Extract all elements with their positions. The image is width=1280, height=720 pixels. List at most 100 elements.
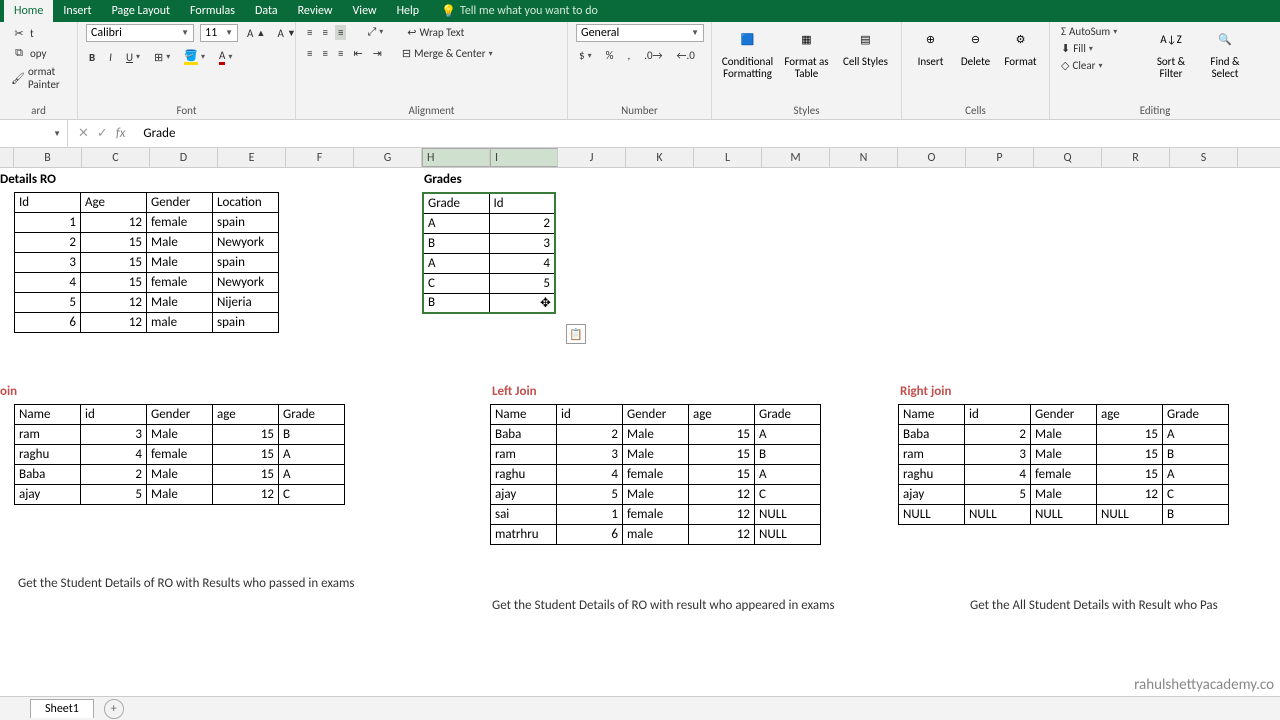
details-table[interactable]: IdAgeGenderLocation 112femalespain 215Ma…	[14, 192, 279, 333]
bold-button[interactable]: B	[86, 50, 98, 65]
fill-button[interactable]: ⬇Fill▾	[1058, 41, 1142, 56]
comma-format-button[interactable]: ,	[624, 48, 633, 63]
tab-page-layout[interactable]: Page Layout	[102, 0, 180, 22]
wrap-text-button[interactable]: ↩Wrap Text	[404, 25, 467, 40]
cursor-icon: ✥	[540, 296, 556, 312]
wrap-icon: ↩	[407, 26, 416, 39]
align-middle-button[interactable]: ≡	[319, 25, 330, 40]
tab-data[interactable]: Data	[245, 0, 288, 22]
group-label-cells: Cells	[910, 104, 1041, 119]
autosum-button[interactable]: ΣAutoSum▾	[1058, 24, 1142, 39]
col-header[interactable]: D	[150, 148, 218, 167]
col-header[interactable]: S	[1170, 148, 1238, 167]
align-center-button[interactable]: ≡	[319, 46, 330, 61]
grades-table[interactable]: GradeId A2 B3 A4 C5 B	[422, 192, 556, 314]
tab-home[interactable]: Home	[4, 0, 53, 22]
col-header[interactable]: O	[898, 148, 966, 167]
find-select-button[interactable]: 🔍Find & Select	[1200, 24, 1250, 80]
join-title: oin	[0, 384, 17, 399]
copy-button[interactable]: ⧉opy	[8, 44, 69, 62]
tab-help[interactable]: Help	[387, 0, 430, 22]
col-header[interactable]: Q	[1034, 148, 1102, 167]
align-right-button[interactable]: ≡	[335, 46, 346, 61]
name-box[interactable]: ▼	[0, 120, 68, 147]
align-left-button[interactable]: ≡	[304, 46, 315, 61]
sort-icon: A↓Z	[1155, 24, 1187, 56]
paste-options-icon[interactable]: 📋	[566, 324, 586, 344]
col-header[interactable]: K	[626, 148, 694, 167]
col-header[interactable]: N	[830, 148, 898, 167]
col-header[interactable]: P	[966, 148, 1034, 167]
add-sheet-button[interactable]: +	[104, 699, 124, 719]
accounting-format-button[interactable]: $▾	[576, 48, 595, 63]
cut-button[interactable]: ✂t	[8, 24, 69, 42]
sheet-tab[interactable]: Sheet1	[30, 699, 94, 718]
tab-insert[interactable]: Insert	[53, 0, 101, 22]
sort-filter-button[interactable]: A↓ZSort & Filter	[1146, 24, 1196, 80]
fill-color-button[interactable]: 🪣▾	[181, 48, 208, 66]
delete-cells-button[interactable]: ⊖Delete	[955, 24, 996, 68]
conditional-formatting-button[interactable]: 🟦Conditional Formatting	[720, 24, 775, 80]
underline-button[interactable]: U▾	[123, 50, 143, 65]
sigma-icon: Σ	[1061, 25, 1066, 38]
font-size-select[interactable]: 11▼	[200, 24, 238, 42]
percent-format-button[interactable]: %	[603, 48, 617, 63]
cell-styles-button[interactable]: ▤Cell Styles	[838, 24, 893, 68]
group-label-number: Number	[576, 104, 703, 119]
grow-font-button[interactable]: A▲	[244, 26, 268, 41]
worksheet-area[interactable]: B C D E F G H I J K L M N O P Q R S Deta…	[0, 148, 1280, 168]
question-2: Get the Student Details of RO with resul…	[492, 598, 835, 613]
sheet-tabs: Sheet1 +	[0, 696, 1280, 720]
format-as-table-button[interactable]: ▦Format as Table	[779, 24, 834, 80]
left-join-title: Left Join	[492, 384, 537, 399]
grades-title: Grades	[424, 172, 462, 187]
group-label-font: Font	[86, 104, 287, 119]
col-header[interactable]: J	[558, 148, 626, 167]
borders-button[interactable]: ⊞▾	[151, 50, 173, 65]
col-header[interactable]: L	[694, 148, 762, 167]
col-header[interactable]: I	[490, 148, 558, 167]
decrease-decimal-button[interactable]: ←.0	[674, 48, 698, 63]
enter-icon[interactable]: ✓	[97, 126, 108, 141]
table-icon: ▦	[791, 24, 823, 56]
align-bottom-button[interactable]: ≡	[335, 25, 346, 40]
fx-icon[interactable]: fx	[116, 126, 126, 141]
tab-review[interactable]: Review	[288, 0, 343, 22]
fill-icon: ⬇	[1061, 42, 1070, 55]
increase-indent-button[interactable]: ⇥	[370, 46, 385, 61]
format-painter-button[interactable]: 🖌ormat Painter	[8, 64, 69, 92]
italic-button[interactable]: I	[106, 50, 115, 65]
tab-view[interactable]: View	[343, 0, 387, 22]
orientation-button[interactable]: ⤢▾	[364, 24, 386, 40]
font-color-button[interactable]: A▾	[216, 48, 235, 66]
cancel-icon[interactable]: ✕	[78, 126, 89, 141]
right-join-table[interactable]: NameidGenderageGrade Baba2Male15A ram3Ma…	[898, 404, 1229, 525]
col-header[interactable]: F	[286, 148, 354, 167]
col-header[interactable]: C	[82, 148, 150, 167]
font-name-select[interactable]: Calibri▼	[86, 24, 194, 42]
left-join-table[interactable]: NameidGenderageGrade Baba2Male15A ram3Ma…	[490, 404, 821, 545]
tell-me-search[interactable]: 💡 Tell me what you want to do	[441, 4, 598, 19]
cell-styles-icon: ▤	[850, 24, 882, 56]
bucket-icon: 🪣	[184, 49, 198, 65]
join-table[interactable]: NameidGenderageGrade ram3Male15B raghu4f…	[14, 404, 345, 505]
col-header[interactable]: G	[354, 148, 422, 167]
col-header[interactable]: R	[1102, 148, 1170, 167]
format-cells-button[interactable]: ⚙Format	[1000, 24, 1041, 68]
col-header[interactable]: H	[422, 148, 490, 167]
clear-button[interactable]: ◇Clear▾	[1058, 58, 1142, 73]
font-color-icon: A	[219, 49, 225, 65]
formula-input[interactable]: Grade	[135, 126, 175, 141]
tab-formulas[interactable]: Formulas	[180, 0, 245, 22]
col-header[interactable]: E	[218, 148, 286, 167]
insert-icon: ⊕	[915, 24, 947, 56]
col-header[interactable]: M	[762, 148, 830, 167]
merge-center-button[interactable]: ⊟Merge & Center▾	[399, 46, 496, 61]
number-format-select[interactable]: General▼	[576, 24, 704, 42]
decrease-indent-button[interactable]: ⇤	[350, 46, 365, 61]
increase-decimal-button[interactable]: .0→	[641, 48, 665, 63]
align-top-button[interactable]: ≡	[304, 25, 315, 40]
details-title: Details RO	[0, 172, 56, 187]
col-header[interactable]: B	[14, 148, 82, 167]
insert-cells-button[interactable]: ⊕Insert	[910, 24, 951, 68]
